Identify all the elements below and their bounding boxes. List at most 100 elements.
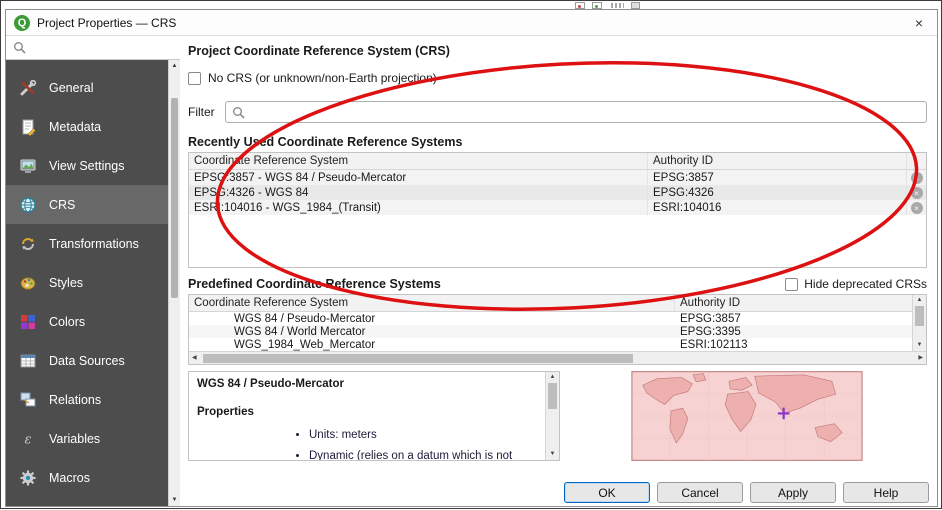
- authority-cell: ESRI:102113: [680, 338, 748, 351]
- scroll-down-icon[interactable]: ▼: [546, 450, 559, 459]
- sidebar-item-general[interactable]: General: [6, 68, 168, 107]
- remove-crs-icon[interactable]: ×: [910, 171, 923, 184]
- column-header-crs[interactable]: Coordinate Reference System: [189, 153, 648, 169]
- sidebar-item-label: General: [49, 80, 94, 95]
- sidebar-item-label: View Settings: [49, 158, 125, 173]
- styles-icon: [18, 273, 38, 293]
- scroll-left-icon[interactable]: ◀: [192, 355, 197, 362]
- column-header-authority[interactable]: Authority ID: [675, 295, 912, 311]
- dialog-body: General Metadata View Settings CRS Trans…: [6, 36, 937, 506]
- sidebar-item-variables[interactable]: ε Variables: [6, 419, 168, 458]
- dialog-titlebar[interactable]: Q Project Properties — CRS ×: [6, 10, 937, 36]
- sidebar-item-macros[interactable]: Macros: [6, 458, 168, 497]
- no-crs-label: No CRS (or unknown/non-Earth projection): [208, 71, 437, 85]
- sidebar-search-input[interactable]: [6, 36, 180, 60]
- filter-input[interactable]: [224, 101, 927, 123]
- sidebar-item-data-sources[interactable]: Data Sources: [6, 341, 168, 380]
- scrollbar-thumb[interactable]: [171, 98, 178, 298]
- ok-button[interactable]: OK: [564, 482, 650, 503]
- cancel-button[interactable]: Cancel: [657, 482, 743, 503]
- project-properties-dialog: Q Project Properties — CRS × General Met…: [5, 9, 938, 507]
- predefined-section-row: Predefined Coordinate Reference Systems …: [188, 277, 927, 291]
- crs-name-cell: EPSG:4326 - WGS 84: [189, 185, 648, 200]
- scroll-right-icon[interactable]: ▶: [918, 355, 923, 362]
- screenshot-frame: Q Project Properties — CRS × General Met…: [0, 0, 942, 509]
- sidebar-items: General Metadata View Settings CRS Trans…: [6, 60, 168, 506]
- crs-name-cell: WGS_1984_Web_Mercator: [234, 338, 376, 351]
- sidebar-item-crs[interactable]: CRS: [6, 185, 168, 224]
- crs-name-cell: EPSG:3857 - WGS 84 / Pseudo-Mercator: [189, 170, 648, 185]
- sidebar-item-view-settings[interactable]: View Settings: [6, 146, 168, 185]
- authority-cell: EPSG:4326: [653, 186, 714, 199]
- authority-cell: EPSG:3857: [653, 171, 714, 184]
- properties-scrollbar[interactable]: ▲ ▼: [545, 372, 559, 460]
- no-crs-checkbox-row[interactable]: No CRS (or unknown/non-Earth projection): [188, 71, 927, 85]
- filter-label: Filter: [188, 105, 215, 119]
- no-crs-checkbox[interactable]: [188, 71, 201, 85]
- crs-name-cell: WGS 84 / Pseudo-Mercator: [234, 312, 376, 325]
- predefined-crs-row[interactable]: WGS_1984_Web_Mercator ESRI:102113: [189, 338, 912, 351]
- macros-icon: [18, 468, 38, 488]
- scroll-up-icon[interactable]: ▲: [169, 61, 180, 71]
- authority-cell: ESRI:104016: [653, 201, 722, 214]
- colors-icon: [18, 312, 38, 332]
- sidebar-item-label: Variables: [49, 431, 101, 446]
- view-settings-icon: [18, 156, 38, 176]
- scroll-up-icon[interactable]: ▲: [546, 373, 559, 382]
- search-icon: [232, 106, 245, 119]
- scroll-down-icon[interactable]: ▼: [913, 341, 926, 350]
- sidebar-item-label: Macros: [49, 470, 90, 485]
- apply-button[interactable]: Apply: [750, 482, 836, 503]
- scrollbar-thumb[interactable]: [548, 383, 557, 409]
- recent-crs-row[interactable]: EPSG:4326 - WGS 84 EPSG:4326 ×: [189, 185, 926, 200]
- selected-crs-name: WGS 84 / Pseudo-Mercator: [197, 378, 344, 390]
- sidebar-item-metadata[interactable]: Metadata: [6, 107, 168, 146]
- recent-crs-table: Coordinate Reference System Authority ID…: [188, 152, 927, 268]
- predefined-table-header: Coordinate Reference System Authority ID: [189, 295, 912, 312]
- scrollbar-thumb[interactable]: [203, 354, 633, 363]
- sidebar-item-transformations[interactable]: Transformations: [6, 224, 168, 263]
- dialog-title: Project Properties — CRS: [37, 15, 177, 30]
- background-fragment-icon: [611, 3, 624, 8]
- sidebar: General Metadata View Settings CRS Trans…: [6, 36, 180, 506]
- predefined-crs-row[interactable]: WGS 84 / Pseudo-Mercator EPSG:3857: [189, 312, 912, 325]
- world-map-preview: [630, 371, 863, 461]
- hide-deprecated-label: Hide deprecated CRSs: [804, 277, 927, 291]
- crs-extent-preview: [566, 371, 927, 461]
- scroll-down-icon[interactable]: ▼: [169, 495, 180, 505]
- sidebar-item-styles[interactable]: Styles: [6, 263, 168, 302]
- predefined-crs-table: Coordinate Reference System Authority ID…: [188, 294, 927, 365]
- column-header-authority[interactable]: Authority ID: [648, 153, 906, 169]
- column-header-crs[interactable]: Coordinate Reference System: [189, 295, 675, 311]
- remove-crs-icon[interactable]: ×: [910, 201, 923, 214]
- predefined-crs-row[interactable]: WGS 84 / World Mercator EPSG:3395: [189, 325, 912, 338]
- crs-details-row: WGS 84 / Pseudo-Mercator Properties Unit…: [188, 371, 927, 461]
- recent-crs-row[interactable]: ESRI:104016 - WGS_1984_(Transit) ESRI:10…: [189, 200, 926, 215]
- help-button[interactable]: Help: [843, 482, 929, 503]
- svg-text:ε: ε: [25, 432, 32, 447]
- sidebar-item-colors[interactable]: Colors: [6, 302, 168, 341]
- main-panel: Project Coordinate Reference System (CRS…: [180, 36, 937, 506]
- remove-crs-icon[interactable]: ×: [910, 186, 923, 199]
- hide-deprecated-row[interactable]: Hide deprecated CRSs: [785, 277, 927, 291]
- recent-crs-row[interactable]: EPSG:3857 - WGS 84 / Pseudo-Mercator EPS…: [189, 170, 926, 185]
- authority-cell: EPSG:3857: [680, 312, 741, 325]
- scroll-up-icon[interactable]: ▲: [913, 296, 926, 305]
- sidebar-item-relations[interactable]: Relations: [6, 380, 168, 419]
- crs-name-cell: WGS 84 / World Mercator: [234, 325, 366, 338]
- sidebar-item-label: Styles: [49, 275, 84, 290]
- authority-cell: EPSG:3395: [680, 325, 741, 338]
- sidebar-scrollbar[interactable]: ▲ ▼: [168, 60, 180, 506]
- scrollbar-thumb[interactable]: [915, 306, 924, 326]
- close-button[interactable]: ×: [911, 15, 927, 31]
- predefined-vertical-scrollbar[interactable]: ▲ ▼: [912, 295, 926, 351]
- hide-deprecated-checkbox[interactable]: [785, 277, 799, 291]
- dialog-button-row: OK Cancel Apply Help: [564, 482, 929, 503]
- variables-icon: ε: [18, 429, 38, 449]
- predefined-horizontal-scrollbar[interactable]: ◀ ▶: [189, 351, 926, 364]
- column-header-remove: [906, 153, 926, 169]
- property-item: Dynamic (relies on a datum which is not …: [309, 448, 539, 460]
- general-icon: [18, 78, 38, 98]
- recent-section-title: Recently Used Coordinate Reference Syste…: [188, 135, 463, 149]
- property-item: Units: meters: [309, 427, 539, 443]
